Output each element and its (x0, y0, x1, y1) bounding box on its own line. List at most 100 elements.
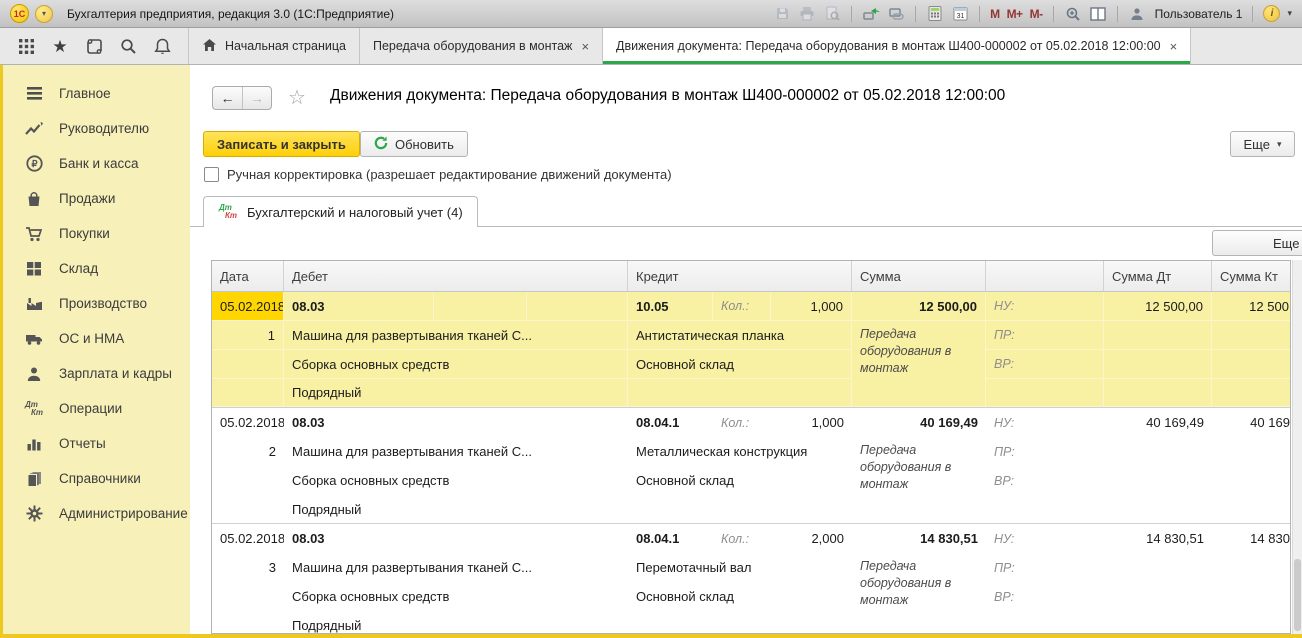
refresh-button[interactable]: Обновить (360, 131, 468, 157)
cell-debit-analytic[interactable]: Сборка основных средств (284, 350, 628, 379)
cell-debit-analytic[interactable]: Подрядный (284, 379, 628, 407)
cell-debit-analytic[interactable]: Машина для развертывания тканей С... (284, 321, 628, 350)
sidebar-item-production[interactable]: Производство (0, 286, 190, 321)
vertical-scrollbar[interactable] (1292, 260, 1302, 634)
tab-home[interactable]: Начальная страница (189, 28, 360, 64)
sidebar-item-reports[interactable]: Отчеты (0, 426, 190, 461)
column-header-amount[interactable]: Сумма (852, 261, 986, 291)
cell-debit-analytic[interactable]: Сборка основных средств (284, 582, 628, 611)
manual-adjustment-checkbox[interactable] (204, 167, 219, 182)
favorites-star-icon[interactable]: ★ (50, 36, 70, 56)
cell-qty[interactable]: 2,000 (771, 524, 852, 553)
info-button[interactable]: i (1263, 5, 1280, 22)
apps-grid-icon[interactable] (16, 36, 36, 56)
zoom-icon[interactable] (1064, 5, 1082, 22)
cell-qty[interactable]: 1,000 (771, 292, 852, 321)
cell-amount-dt[interactable]: 12 500,00 (1104, 292, 1212, 321)
save-icon[interactable] (773, 5, 791, 22)
cell-amount[interactable]: 14 830,51 (852, 524, 986, 553)
cell-debit-account[interactable]: 08.03 (284, 524, 628, 553)
table-row[interactable]: 05.02.2018 08.03 10.05 Кол.: 1,000 12 50… (212, 292, 1291, 407)
save-and-close-button[interactable]: Записать и закрыть (203, 131, 360, 157)
memory-m-plus-button[interactable]: M+ (1007, 7, 1023, 21)
calculator-icon[interactable] (926, 5, 944, 22)
sidebar-item-operations[interactable]: ДтКт Операции (0, 391, 190, 426)
cell-amount-kt[interactable]: 14 830,51 (1212, 524, 1291, 553)
cell-qty[interactable]: 1,000 (771, 408, 852, 437)
calendar-icon[interactable]: 31 (951, 5, 969, 22)
cell-debit-account[interactable]: 08.03 (284, 408, 628, 437)
sidebar-item-sales[interactable]: Продажи (0, 181, 190, 216)
cell-credit-analytic[interactable]: Металлическая конструкция (628, 437, 852, 466)
tab-label: Движения документа: Передача оборудовани… (616, 39, 1161, 53)
sidebar-item-administration[interactable]: Администрирование (0, 496, 190, 531)
cell-date[interactable]: 05.02.2018 (212, 408, 284, 437)
cell-debit-analytic[interactable]: Машина для развертывания тканей С... (284, 553, 628, 582)
close-icon[interactable]: × (581, 39, 589, 54)
cell-credit-analytic[interactable]: Антистатическая планка (628, 321, 852, 350)
sidebar-item-payroll-hr[interactable]: Зарплата и кадры (0, 356, 190, 391)
back-button[interactable]: ← (213, 87, 242, 109)
close-icon[interactable]: × (1170, 39, 1178, 54)
sidebar-item-manager[interactable]: Руководителю (0, 111, 190, 146)
sidebar-item-warehouse[interactable]: Склад (0, 251, 190, 286)
cell-debit-analytic[interactable]: Подрядный (284, 495, 628, 523)
forward-button[interactable]: → (242, 87, 271, 109)
cell-credit-account[interactable]: 08.04.1 (628, 408, 713, 437)
cell-amount-dt[interactable]: 14 830,51 (1104, 524, 1212, 553)
chevron-down-icon[interactable]: ▾ (1287, 8, 1292, 19)
cell-vr-label: ВР: (986, 350, 1104, 379)
cell-amount[interactable]: 12 500,00 (852, 292, 986, 321)
print-icon[interactable] (798, 5, 816, 22)
print-preview-icon[interactable] (823, 5, 841, 22)
notifications-bell-icon[interactable] (152, 36, 172, 56)
scrollbar-thumb[interactable] (1294, 559, 1301, 631)
table-more-button[interactable]: Еще ▾ (1212, 230, 1302, 256)
favorite-star-icon[interactable]: ☆ (288, 85, 306, 110)
cell-amount-dt[interactable]: 40 169,49 (1104, 408, 1212, 437)
cell-credit-analytic[interactable]: Основной склад (628, 582, 852, 611)
memory-m-minus-button[interactable]: M- (1030, 7, 1043, 21)
cell-credit-analytic[interactable]: Перемотачный вал (628, 553, 852, 582)
print-link-icon[interactable] (887, 5, 905, 22)
search-icon[interactable] (118, 36, 138, 56)
sidebar-item-purchases[interactable]: Покупки (0, 216, 190, 251)
cell-date[interactable]: 05.02.2018 (212, 524, 284, 553)
cell-debit-analytic[interactable]: Машина для развертывания тканей С... (284, 437, 628, 466)
cell-amount-kt[interactable]: 12 500,00 (1212, 292, 1291, 321)
main-menu-button[interactable]: ▾ (35, 5, 53, 23)
column-header-tax[interactable] (986, 261, 1104, 291)
table-row[interactable]: 05.02.2018 08.03 08.04.1 Кол.: 2,000 14 … (212, 523, 1291, 634)
column-header-credit[interactable]: Кредит (628, 261, 852, 291)
attach-link-icon[interactable] (862, 5, 880, 22)
current-user-label[interactable]: Пользователь 1 (1155, 7, 1243, 21)
cell-amount[interactable]: 40 169,49 (852, 408, 986, 437)
tab-equipment-transfer[interactable]: Передача оборудования в монтаж × (360, 28, 603, 64)
cell-credit-account[interactable]: 08.04.1 (628, 524, 713, 553)
cell-date[interactable]: 05.02.2018 (212, 292, 284, 321)
cell-credit-account[interactable]: 10.05 (628, 292, 713, 321)
column-header-amount-kt[interactable]: Сумма Кт (1212, 261, 1291, 291)
tab-accounting-tax[interactable]: ДтКт Бухгалтерский и налоговый учет (4) (203, 196, 478, 227)
cell-debit-analytic[interactable]: Подрядный (284, 611, 628, 634)
cell-debit-analytic[interactable]: Сборка основных средств (284, 466, 628, 495)
split-window-icon[interactable] (1089, 5, 1107, 22)
table-row[interactable]: 05.02.2018 08.03 08.04.1 Кол.: 1,000 40 … (212, 407, 1291, 523)
sidebar-item-bank-cash[interactable]: ₽ Банк и касса (0, 146, 190, 181)
truck-icon (24, 330, 44, 348)
more-button[interactable]: Еще ▾ (1230, 131, 1295, 157)
column-header-debit[interactable]: Дебет (284, 261, 628, 291)
cell-amount-kt[interactable]: 40 169,49 (1212, 408, 1291, 437)
column-header-date[interactable]: Дата (212, 261, 284, 291)
column-header-amount-dt[interactable]: Сумма Дт (1104, 261, 1212, 291)
tab-document-movements[interactable]: Движения документа: Передача оборудовани… (603, 28, 1191, 64)
memory-m-button[interactable]: M (990, 7, 1000, 21)
table-header: Дата Дебет Кредит Сумма Сумма Дт Сумма К… (212, 261, 1291, 292)
cell-credit-analytic[interactable]: Основной склад (628, 466, 852, 495)
cell-credit-analytic[interactable]: Основной склад (628, 350, 852, 379)
sidebar-item-references[interactable]: Справочники (0, 461, 190, 496)
sidebar-item-main[interactable]: Главное (0, 76, 190, 111)
sidebar-item-fixed-assets[interactable]: ОС и НМА (0, 321, 190, 356)
cell-debit-account[interactable]: 08.03 (284, 292, 434, 321)
history-icon[interactable] (84, 36, 104, 56)
